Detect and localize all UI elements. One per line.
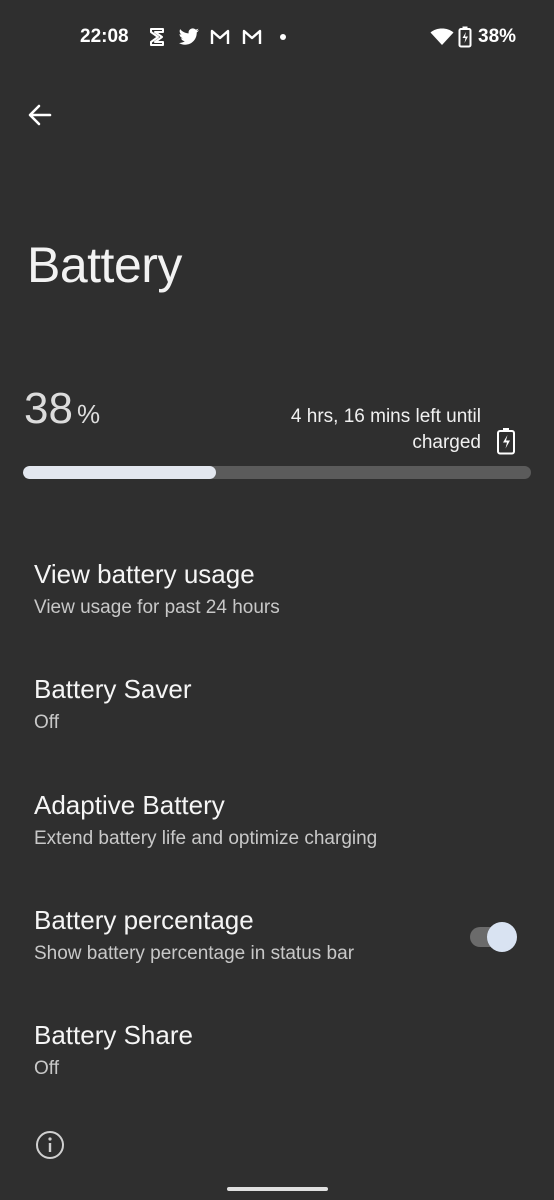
page-title: Battery [27,237,182,293]
gmail-icon [210,26,230,48]
wifi-icon [430,26,454,48]
status-time: 22:08 [80,26,129,47]
item-subtitle: Extend battery life and optimize chargin… [34,828,378,849]
battery-level-bar [23,466,531,479]
time-remaining: 4 hrs, 16 mins left until charged [241,404,481,456]
item-title: View battery usage [34,559,255,589]
s-icon [148,26,166,48]
battery-level: 38 % [24,384,100,434]
twitter-icon [178,26,200,48]
item-title: Battery Share [34,1020,193,1050]
status-battery-percent: 38% [478,26,517,47]
gmail-icon [242,26,262,48]
time-remaining-line1: 4 hrs, 16 mins left until [290,406,481,427]
battery-level-unit: % [76,399,101,429]
adaptive-battery-item[interactable]: Adaptive Battery Extend battery life and… [0,790,554,890]
battery-level-number: 38 [24,384,73,433]
item-subtitle: Off [34,712,59,733]
item-title: Battery percentage [34,905,254,935]
status-bar: 22:08 38% [0,24,554,54]
home-indicator[interactable] [227,1187,328,1191]
battery-share-item[interactable]: Battery Share Off [0,1020,554,1120]
battery-level-bar-fill [23,466,217,479]
battery-charging-icon [496,427,516,460]
item-subtitle: Off [34,1058,59,1079]
back-button[interactable] [20,95,60,135]
battery-percentage-item[interactable]: Battery percentage Show battery percenta… [0,905,554,1005]
dot-icon [279,26,287,48]
battery-percentage-toggle[interactable] [470,922,517,952]
toggle-thumb [487,922,517,952]
battery-settings-screen: 22:08 38% Battery 38 % 4 hrs, 16 mins le… [0,0,554,1200]
item-title: Battery Saver [34,674,192,704]
info-icon [35,1130,65,1165]
item-subtitle: Show battery percentage in status bar [34,943,355,964]
view-battery-usage-item[interactable]: View battery usage View usage for past 2… [0,559,554,659]
time-remaining-line2: charged [412,432,481,453]
arrow-back-icon [28,104,52,126]
battery-saver-item[interactable]: Battery Saver Off [0,674,554,774]
item-title: Adaptive Battery [34,790,225,820]
item-subtitle: View usage for past 24 hours [34,597,280,618]
battery-charging-icon [458,26,472,48]
